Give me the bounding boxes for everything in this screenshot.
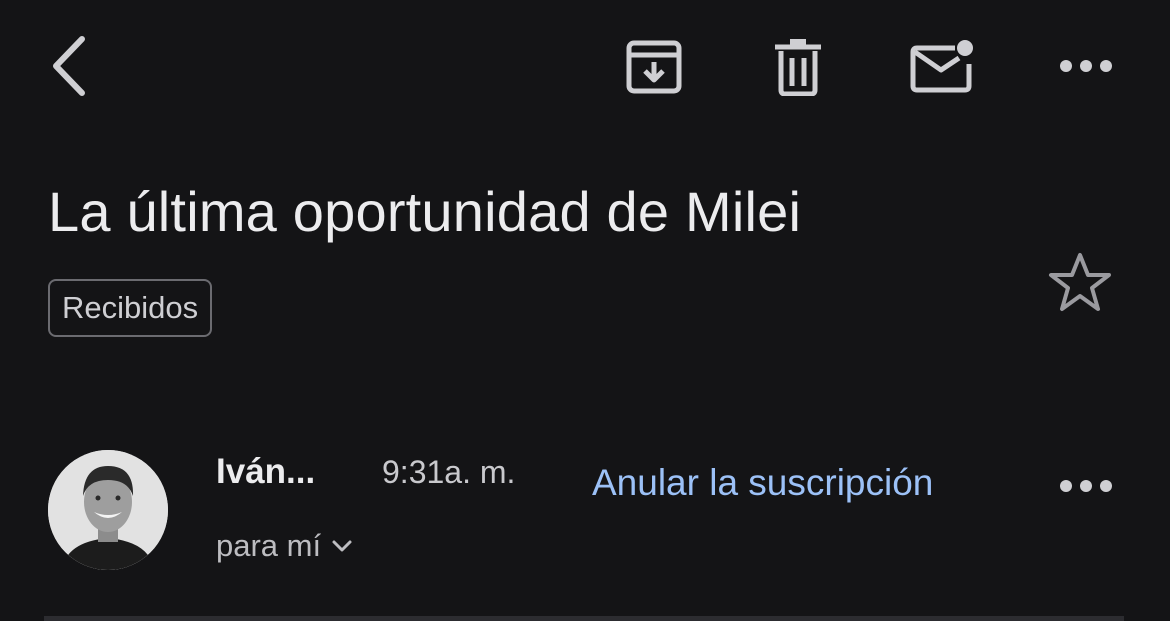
more-options-button[interactable] — [1050, 42, 1122, 90]
delete-button[interactable] — [764, 32, 832, 102]
inbox-label-chip[interactable]: Recibidos — [48, 279, 213, 337]
mark-unread-button[interactable] — [902, 30, 982, 102]
trash-icon — [775, 39, 821, 96]
more-horizontal-icon — [1060, 60, 1112, 72]
sender-name: Iván... — [216, 452, 316, 491]
archive-icon — [626, 40, 682, 94]
recipient-toggle[interactable]: para mí — [216, 524, 353, 568]
email-subject: La última oportunidad de Milei — [48, 180, 802, 243]
archive-button[interactable] — [618, 32, 690, 102]
chevron-down-icon — [332, 540, 352, 552]
back-button[interactable] — [40, 30, 96, 102]
recipient-text: para mí — [216, 528, 322, 563]
star-icon — [1049, 253, 1111, 311]
mail-unread-icon — [910, 40, 973, 93]
more-horizontal-icon — [1060, 480, 1112, 492]
message-time: 9:31a. m. — [382, 454, 516, 490]
unsubscribe-link[interactable]: Anular la suscripción — [592, 462, 933, 504]
sender-photo — [48, 450, 168, 570]
sender-avatar[interactable] — [48, 450, 168, 570]
label-chip-text: Recibidos — [62, 290, 199, 325]
chevron-left-icon — [53, 36, 85, 96]
message-more-options-button[interactable] — [1050, 462, 1122, 510]
star-button[interactable] — [1044, 246, 1116, 318]
divider — [44, 616, 1124, 621]
